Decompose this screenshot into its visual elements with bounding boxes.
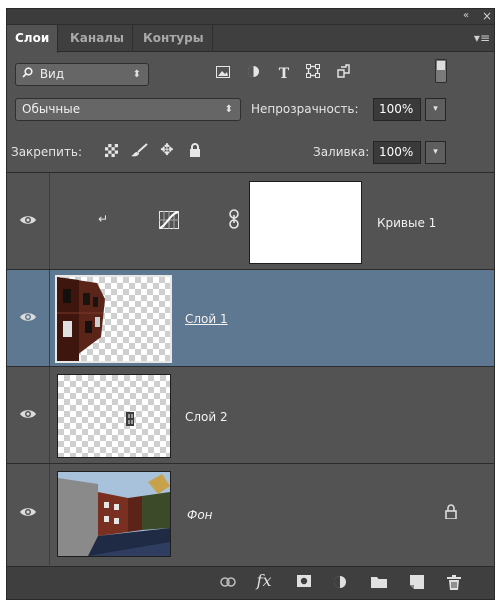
delete-icon[interactable] bbox=[443, 575, 465, 594]
eye-icon bbox=[20, 508, 36, 516]
mask-link-icon[interactable] bbox=[229, 209, 239, 232]
eye-icon bbox=[20, 216, 36, 224]
visibility-toggle[interactable] bbox=[7, 367, 50, 463]
chevron-updown-icon: ⬍ bbox=[224, 104, 233, 115]
eye-icon bbox=[20, 410, 36, 418]
fill-dropdown-button[interactable]: ▾ bbox=[425, 141, 446, 164]
tab-paths[interactable]: Контуры bbox=[135, 25, 213, 52]
chevron-updown-icon: ⬍ bbox=[132, 69, 141, 80]
layer-thumbnail[interactable] bbox=[57, 471, 171, 557]
filter-kind-dropdown[interactable]: Вид ⬍ bbox=[15, 63, 149, 86]
brick-building-image bbox=[57, 277, 105, 361]
add-mask-icon[interactable] bbox=[293, 575, 315, 591]
fx-icon[interactable]: fx bbox=[253, 571, 275, 590]
tab-channels[interactable]: Каналы bbox=[62, 25, 133, 52]
lock-brush-icon[interactable] bbox=[129, 141, 149, 163]
visibility-toggle[interactable] bbox=[7, 464, 50, 565]
close-icon[interactable]: × bbox=[482, 9, 492, 23]
lock-all-icon[interactable] bbox=[185, 141, 205, 163]
search-icon bbox=[22, 64, 36, 85]
panel-footer-toolbar: fx bbox=[7, 566, 494, 599]
opacity-input[interactable]: 100% bbox=[373, 98, 421, 121]
link-layers-icon[interactable] bbox=[217, 575, 239, 591]
clipping-arrow-icon: ↵ bbox=[98, 212, 109, 226]
fill-label: Заливка: bbox=[313, 145, 370, 159]
layer-thumbnail[interactable] bbox=[57, 374, 171, 458]
lock-pixels-icon[interactable] bbox=[101, 141, 121, 163]
curves-adjustment-icon bbox=[159, 211, 179, 232]
collapse-icon[interactable]: « bbox=[463, 10, 469, 21]
new-adjustment-icon[interactable] bbox=[329, 575, 351, 593]
layers-list: ↵ Кривые 1 Слой 1 Слой 2 Фон bbox=[7, 172, 494, 565]
lock-label: Закрепить: bbox=[11, 145, 83, 159]
filter-toggle-switch[interactable] bbox=[435, 59, 447, 83]
layer-name[interactable]: Слой 1 bbox=[185, 312, 228, 326]
image-filter-icon[interactable] bbox=[213, 63, 233, 85]
layer-name[interactable]: Слой 2 bbox=[185, 410, 228, 424]
layer-row-layer1[interactable]: Слой 1 bbox=[7, 270, 494, 367]
shape-filter-icon[interactable] bbox=[303, 63, 323, 85]
layer-row-background[interactable]: Фон bbox=[7, 464, 494, 565]
chevron-down-icon: ▾ bbox=[433, 104, 438, 114]
panel-tabs: Слои Каналы Контуры ▾≡ bbox=[7, 25, 494, 53]
panel-menu-icon[interactable]: ▾≡ bbox=[474, 31, 490, 45]
panel-title-strip: « × bbox=[7, 9, 494, 25]
blend-mode-dropdown[interactable]: Обычные ⬍ bbox=[15, 98, 241, 121]
smart-object-filter-icon[interactable] bbox=[333, 63, 353, 85]
blend-mode-label: Обычные bbox=[22, 102, 81, 116]
lock-position-icon[interactable]: ✥ bbox=[157, 139, 177, 161]
layers-panel: « × Слои Каналы Контуры ▾≡ Вид ⬍ T Обычн… bbox=[6, 8, 495, 600]
visibility-toggle[interactable] bbox=[7, 270, 50, 366]
layer-name[interactable]: Кривые 1 bbox=[377, 216, 436, 230]
lock-icon bbox=[445, 504, 457, 522]
window-fragment-image bbox=[126, 412, 134, 426]
opacity-dropdown-button[interactable]: ▾ bbox=[425, 98, 446, 121]
visibility-toggle[interactable] bbox=[7, 173, 50, 269]
filter-kind-label: Вид bbox=[39, 67, 65, 81]
fill-input[interactable]: 100% bbox=[373, 141, 421, 164]
tab-layers[interactable]: Слои bbox=[7, 25, 59, 53]
new-group-icon[interactable] bbox=[368, 575, 390, 592]
layer-mask-thumbnail[interactable] bbox=[249, 181, 362, 264]
new-layer-icon[interactable] bbox=[406, 575, 428, 593]
adjustment-filter-icon[interactable] bbox=[243, 63, 263, 85]
layer-thumbnail[interactable] bbox=[55, 275, 172, 363]
opacity-label: Непрозрачность: bbox=[251, 102, 359, 116]
layer-name[interactable]: Фон bbox=[187, 508, 213, 522]
type-filter-icon[interactable]: T bbox=[274, 63, 294, 85]
layer-row-layer2[interactable]: Слой 2 bbox=[7, 367, 494, 464]
street-photo-image bbox=[58, 472, 170, 556]
eye-icon bbox=[20, 313, 36, 321]
layer-row-curves[interactable]: ↵ Кривые 1 bbox=[7, 173, 494, 270]
chevron-down-icon: ▾ bbox=[433, 147, 438, 157]
